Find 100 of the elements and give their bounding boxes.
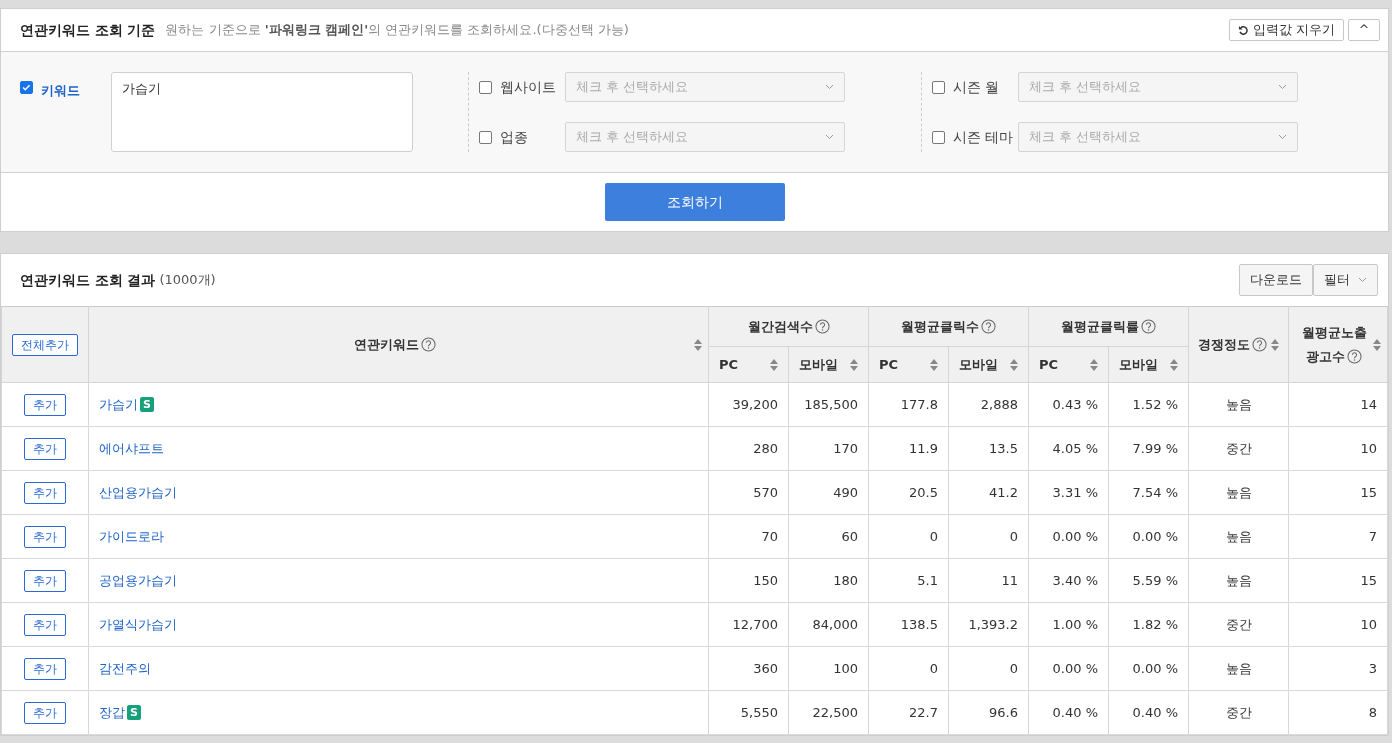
keyword-input[interactable]: 가습기 xyxy=(111,72,413,152)
table-cell: 0.40 % xyxy=(1108,690,1189,735)
table-cell: 8 xyxy=(1288,690,1388,735)
table-cell: 4.05 % xyxy=(1028,426,1109,471)
panel-title: 연관키워드 조회 기준 xyxy=(20,20,156,40)
chevron-down-icon xyxy=(825,134,834,140)
checkbox[interactable] xyxy=(932,80,945,94)
add-button[interactable]: 추가 xyxy=(24,393,66,416)
sort-icon[interactable] xyxy=(930,358,938,371)
keyword-link[interactable]: 산업용가습기 xyxy=(99,484,177,500)
sort-icon[interactable] xyxy=(1010,358,1018,371)
add-button[interactable]: 추가 xyxy=(24,481,66,504)
help-icon[interactable] xyxy=(981,318,996,334)
table-cell: 0 xyxy=(948,646,1029,691)
add-button[interactable]: 추가 xyxy=(24,701,66,724)
undo-icon xyxy=(1238,24,1249,36)
help-icon[interactable] xyxy=(1141,318,1156,334)
table-cell: 15 xyxy=(1288,470,1388,515)
checkbox[interactable] xyxy=(932,130,945,144)
column-title: PC xyxy=(719,355,739,374)
sort-icon[interactable] xyxy=(1271,339,1280,352)
panel-description: 원하는 기준으로 '파워링크 캠페인'의 연관키워드를 조회하세요.(다중선택 가능) xyxy=(165,21,629,40)
keyword-label: 키워드 xyxy=(41,82,81,100)
keyword-link[interactable]: 공업용가습기 xyxy=(99,572,177,588)
keyword-link[interactable]: 장갑 xyxy=(99,704,125,720)
filter-button[interactable]: 필터 xyxy=(1313,264,1378,296)
keyword-link[interactable]: 에어샤프트 xyxy=(99,440,164,456)
table-cell: 7.99 % xyxy=(1108,426,1189,471)
help-icon[interactable] xyxy=(1347,348,1362,364)
table-cell: 1.00 % xyxy=(1028,602,1109,647)
table-cell: 10 xyxy=(1288,602,1388,647)
table-cell: 1.52 % xyxy=(1108,382,1189,427)
table-cell: 96.6 xyxy=(948,690,1029,735)
keyword-link[interactable]: 가이드로라 xyxy=(99,528,164,544)
sort-icon[interactable] xyxy=(770,358,778,371)
table-cell: 0 xyxy=(948,514,1029,559)
table-cell: 60 xyxy=(788,514,869,559)
chevron-down-icon xyxy=(1358,277,1367,283)
sort-icon[interactable] xyxy=(694,338,702,351)
table-cell: 0.43 % xyxy=(1028,382,1109,427)
sort-icon[interactable] xyxy=(850,358,858,371)
chevron-down-icon xyxy=(825,84,834,90)
filter-label: 시즌 테마 xyxy=(953,127,1015,147)
keyword-link[interactable]: 감전주의 xyxy=(99,660,151,676)
table-cell: 12,700 xyxy=(708,602,789,647)
sort-icon[interactable] xyxy=(1373,338,1381,351)
column-title: 모바일 xyxy=(959,355,998,374)
sort-icon[interactable] xyxy=(1090,358,1098,371)
add-button[interactable]: 추가 xyxy=(24,437,66,460)
table-cell: 높음 xyxy=(1188,382,1289,427)
table-cell: 84,000 xyxy=(788,602,869,647)
table-cell: 3.40 % xyxy=(1028,558,1109,603)
table-cell: 1,393.2 xyxy=(948,602,1029,647)
filter-label: 웹사이트 xyxy=(500,77,557,97)
table-cell: 높음 xyxy=(1188,470,1289,515)
shopping-badge: S xyxy=(140,396,154,412)
table-cell: 100 xyxy=(788,646,869,691)
checkbox[interactable] xyxy=(479,130,492,144)
keyword-link[interactable]: 가습기 xyxy=(99,396,138,412)
column-title: 모바일 xyxy=(1119,355,1158,374)
table-cell: 180 xyxy=(788,558,869,603)
table-cell: 10 xyxy=(1288,426,1388,471)
table-cell: 중간 xyxy=(1188,426,1289,471)
table-cell: 14 xyxy=(1288,382,1388,427)
table-cell: 0.00 % xyxy=(1108,514,1189,559)
add-all-button[interactable]: 전체추가 xyxy=(12,333,78,356)
table-cell: 39,200 xyxy=(708,382,789,427)
table-cell: 20.5 xyxy=(868,470,949,515)
help-icon[interactable] xyxy=(420,336,436,352)
add-button[interactable]: 추가 xyxy=(24,657,66,680)
search-button[interactable]: 조회하기 xyxy=(604,183,785,221)
table-cell: 70 xyxy=(708,514,789,559)
reset-button[interactable]: 입력값 지우기 xyxy=(1229,19,1344,41)
sort-icon[interactable] xyxy=(1170,358,1178,371)
add-button[interactable]: 추가 xyxy=(24,525,66,548)
table-cell: 177.8 xyxy=(868,382,949,427)
add-button[interactable]: 추가 xyxy=(24,613,66,636)
table-cell: 170 xyxy=(788,426,869,471)
table-cell: 2,888 xyxy=(948,382,1029,427)
checkbox[interactable] xyxy=(20,81,33,94)
column-title: 월간검색수 xyxy=(747,318,813,334)
column-title: PC xyxy=(1039,355,1059,374)
table-cell: 높음 xyxy=(1188,646,1289,691)
download-button[interactable]: 다운로드 xyxy=(1239,264,1313,296)
table-cell: 13.5 xyxy=(948,426,1029,471)
table-cell: 1.82 % xyxy=(1108,602,1189,647)
table-cell: 0.00 % xyxy=(1028,646,1109,691)
help-icon[interactable] xyxy=(814,318,830,334)
table-cell: 0 xyxy=(868,646,949,691)
table-cell: 중간 xyxy=(1188,602,1289,647)
checkbox[interactable] xyxy=(479,80,492,94)
add-button[interactable]: 추가 xyxy=(24,569,66,592)
column-title: 모바일 xyxy=(799,355,838,374)
keyword-link[interactable]: 가열식가습기 xyxy=(99,616,177,632)
table-cell: 138.5 xyxy=(868,602,949,647)
column-title: PC xyxy=(879,355,899,374)
table-cell: 높음 xyxy=(1188,558,1289,603)
collapse-button[interactable]: ^ xyxy=(1348,19,1380,41)
table-cell: 중간 xyxy=(1188,690,1289,735)
help-icon[interactable] xyxy=(1251,336,1267,352)
